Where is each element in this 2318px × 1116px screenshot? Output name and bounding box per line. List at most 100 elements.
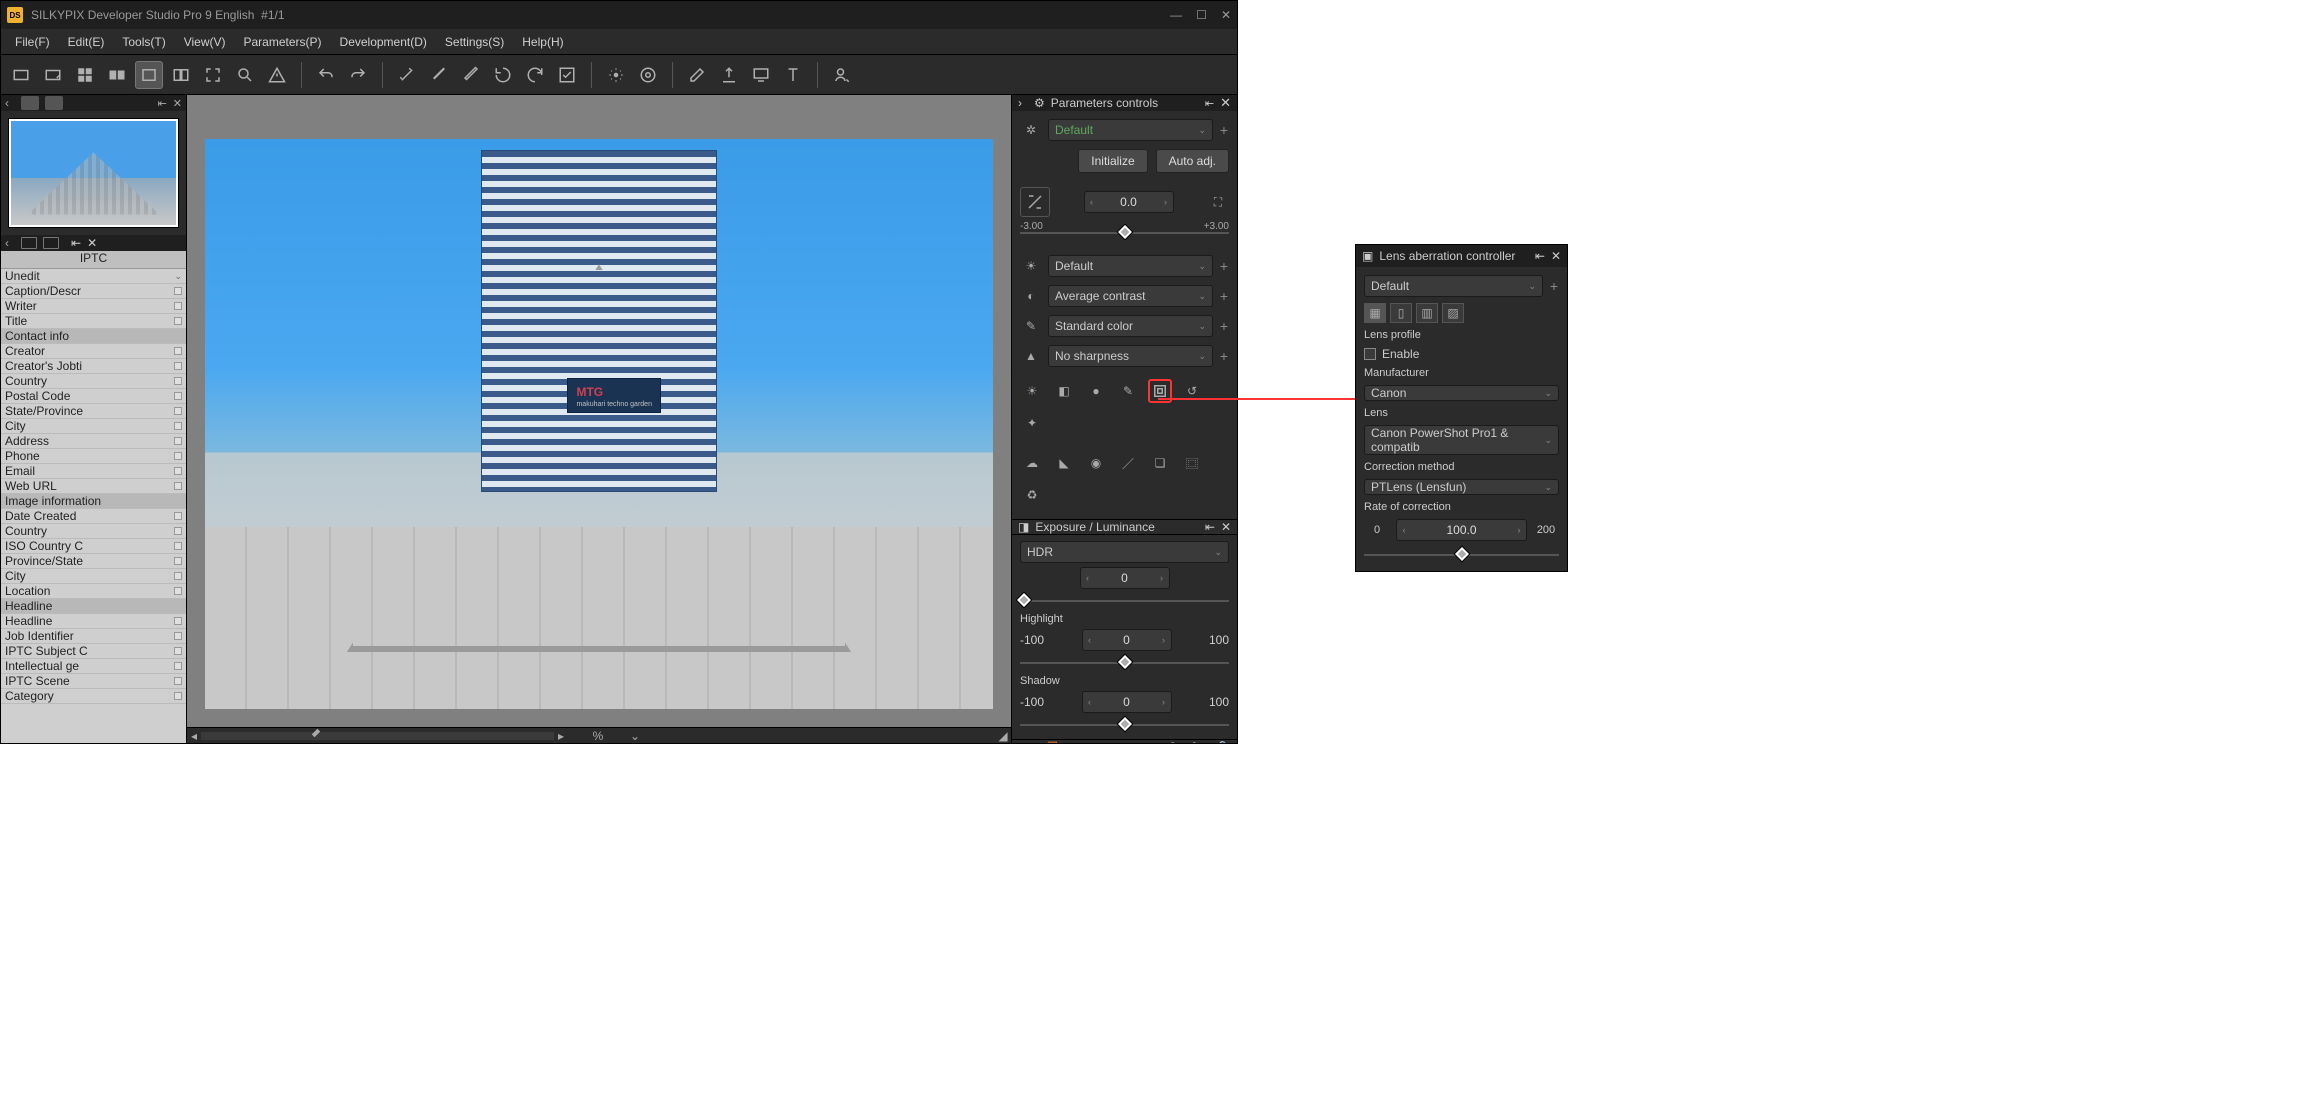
params-close-icon[interactable]: ✕ — [1220, 95, 1231, 111]
maximize-button[interactable]: ☐ — [1196, 8, 1207, 22]
user-zoom-icon[interactable] — [828, 61, 856, 89]
list-small-icon[interactable] — [43, 237, 59, 249]
triangle-tool-icon[interactable]: ◣ — [1052, 451, 1076, 475]
sharpness-select[interactable]: No sharpness⌄ — [1048, 345, 1213, 367]
highlight-value[interactable]: ‹0› — [1082, 629, 1172, 651]
collapse-left-icon[interactable]: ‹ — [5, 96, 15, 110]
brightness-add-icon[interactable]: + — [1219, 258, 1229, 274]
iptc-row[interactable]: State/Province — [1, 404, 186, 419]
highlight-slider[interactable] — [1020, 655, 1229, 671]
exposure-icon[interactable] — [1020, 187, 1050, 217]
clock-icon[interactable]: ◷ — [1119, 740, 1133, 743]
eraser-icon[interactable] — [683, 61, 711, 89]
zoom-chevron-icon[interactable]: ⌄ — [628, 729, 642, 743]
sharpness-icon[interactable]: ▲ — [1020, 345, 1042, 367]
color-select[interactable]: Standard color⌄ — [1048, 315, 1213, 337]
iptc-row[interactable]: Category — [1, 689, 186, 704]
brightness-select[interactable]: Default⌄ — [1048, 255, 1213, 277]
preset-select[interactable]: Default⌄ — [1048, 119, 1213, 141]
iptc-row[interactable]: Province/State — [1, 554, 186, 569]
shadow-slider[interactable] — [1020, 717, 1229, 733]
dropper-tool-icon[interactable]: ✎ — [1116, 379, 1140, 403]
thumb-mode2-icon[interactable] — [45, 96, 63, 110]
image-canvas[interactable]: MTG makuhari techno garden — [205, 139, 993, 709]
hdr-value[interactable]: ‹0› — [1080, 567, 1170, 589]
rotate-right-icon[interactable] — [521, 61, 549, 89]
shadow-value[interactable]: ‹0› — [1082, 691, 1172, 713]
export-icon[interactable] — [715, 61, 743, 89]
collapse-iptc-icon[interactable]: ‹ — [5, 236, 15, 250]
menu-settings[interactable]: Settings(S) — [437, 31, 512, 53]
iptc-row[interactable]: Web URL — [1, 479, 186, 494]
x-red-icon[interactable]: ✕ — [1071, 740, 1085, 743]
iptc-row[interactable]: IPTC Scene — [1, 674, 186, 689]
warning-icon[interactable] — [263, 61, 291, 89]
iptc-row[interactable]: IPTC Subject C — [1, 644, 186, 659]
rotate-left-icon[interactable] — [489, 61, 517, 89]
exposure-pin-icon[interactable]: ⇤ — [1205, 520, 1215, 534]
initialize-button[interactable]: Initialize — [1078, 149, 1147, 173]
resize-grip-icon[interactable]: ◢ — [995, 729, 1011, 743]
undo-icon[interactable] — [312, 61, 340, 89]
pen-tool-icon[interactable]: ／ — [1116, 451, 1140, 475]
stack-orange-icon[interactable]: ❐ — [1047, 740, 1061, 743]
lens-select[interactable]: Canon PowerShot Pro1 & compatib⌄ — [1364, 425, 1559, 455]
collapse-right-icon[interactable]: › — [1018, 96, 1028, 110]
close-button[interactable]: ✕ — [1221, 8, 1231, 22]
iptc-row[interactable]: City — [1, 419, 186, 434]
checkbox-icon[interactable] — [1364, 348, 1376, 360]
grid-2-icon[interactable] — [103, 61, 131, 89]
zoom-icon[interactable] — [231, 61, 259, 89]
checkmark-icon[interactable] — [553, 61, 581, 89]
color-add-icon[interactable]: + — [1219, 318, 1229, 334]
exposure-dec-icon[interactable]: ‹ — [1085, 197, 1099, 207]
pin-icon[interactable]: ⇤ — [158, 97, 167, 110]
params-pin-icon[interactable]: ⇤ — [1205, 97, 1214, 110]
layers-tool-icon[interactable]: ❏ — [1148, 451, 1172, 475]
iptc-row[interactable]: Job Identifier — [1, 629, 186, 644]
cloud-tool-icon[interactable]: ☁ — [1020, 451, 1044, 475]
iptc-row[interactable]: Caption/Descr — [1, 284, 186, 299]
iptc-row[interactable]: ISO Country C — [1, 539, 186, 554]
print-icon[interactable]: ⎙ — [1167, 740, 1181, 743]
popup-close-icon[interactable]: ✕ — [1551, 249, 1561, 263]
open-image-icon[interactable] — [39, 61, 67, 89]
rate-value[interactable]: ‹100.0› — [1396, 519, 1527, 541]
batch-icon[interactable]: ▣ — [1095, 740, 1109, 743]
hdr-select[interactable]: HDR⌄ — [1020, 541, 1229, 563]
recycle-tool-icon[interactable]: ♻ — [1020, 483, 1044, 507]
thumb-mode-icon[interactable] — [21, 96, 39, 110]
iptc-pin-icon[interactable]: ⇤ — [71, 236, 81, 250]
flag-icon[interactable]: ⚑ — [1191, 740, 1205, 743]
auto-adj-button[interactable]: Auto adj. — [1156, 149, 1229, 173]
iptc-row[interactable]: Creator — [1, 344, 186, 359]
exposure-close-icon[interactable]: ✕ — [1221, 520, 1231, 534]
preset-gear-icon[interactable]: ✲ — [1020, 119, 1042, 141]
hdr-slider[interactable] — [1020, 593, 1229, 609]
exposure-expand-icon[interactable]: ⛶ — [1207, 191, 1229, 213]
grid-4-icon[interactable] — [71, 61, 99, 89]
popup-preset-add-icon[interactable]: + — [1549, 278, 1559, 294]
color-icon[interactable]: ✎ — [1020, 315, 1042, 337]
tab-vignette-icon[interactable]: ▨ — [1442, 303, 1464, 323]
minimize-button[interactable]: — — [1170, 8, 1182, 22]
iptc-row[interactable]: Unedit⌄ — [1, 269, 186, 284]
iptc-row[interactable]: Country — [1, 524, 186, 539]
contrast-icon[interactable]: ◐ — [1020, 285, 1042, 307]
menu-tools[interactable]: Tools(T) — [114, 31, 173, 53]
brush-dark-icon[interactable] — [425, 61, 453, 89]
iptc-row[interactable]: Intellectual ge — [1, 659, 186, 674]
open-folder-icon[interactable] — [7, 61, 35, 89]
popup-header[interactable]: ▣ Lens aberration controller ⇤ ✕ — [1356, 245, 1567, 267]
scroll-left-icon[interactable]: ◂ — [187, 729, 201, 743]
scroll-right-icon[interactable]: ▸ — [554, 729, 568, 743]
tab-shade-icon[interactable]: ▦ — [1364, 303, 1386, 323]
tab-distortion-icon[interactable]: ▯ — [1390, 303, 1412, 323]
iptc-row[interactable]: Date Created — [1, 509, 186, 524]
correction-select[interactable]: PTLens (Lensfun)⌄ — [1364, 479, 1559, 495]
iptc-row[interactable]: Country — [1, 374, 186, 389]
rate-slider[interactable] — [1364, 547, 1559, 563]
menu-parameters[interactable]: Parameters(P) — [236, 31, 330, 53]
menu-edit[interactable]: Edit(E) — [60, 31, 113, 53]
monitor-icon[interactable] — [747, 61, 775, 89]
